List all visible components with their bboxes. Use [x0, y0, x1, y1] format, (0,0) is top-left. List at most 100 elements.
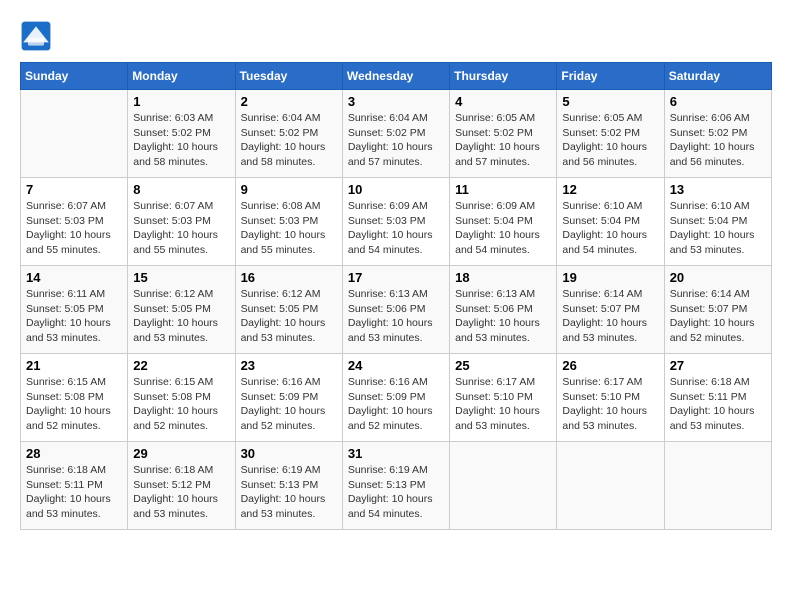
- calendar-cell: 30 Sunrise: 6:19 AM Sunset: 5:13 PM Dayl…: [235, 442, 342, 530]
- sunset-label: Sunset: 5:03 PM: [26, 215, 104, 227]
- daylight-label: Daylight: 10 hours and 52 minutes.: [26, 405, 111, 432]
- calendar-cell: 19 Sunrise: 6:14 AM Sunset: 5:07 PM Dayl…: [557, 266, 664, 354]
- sunrise-label: Sunrise: 6:14 AM: [670, 288, 750, 300]
- daylight-label: Daylight: 10 hours and 55 minutes.: [241, 229, 326, 256]
- day-number: 5: [562, 94, 658, 109]
- calendar-cell: 5 Sunrise: 6:05 AM Sunset: 5:02 PM Dayli…: [557, 90, 664, 178]
- calendar-cell: [450, 442, 557, 530]
- day-header-monday: Monday: [128, 63, 235, 90]
- sunrise-label: Sunrise: 6:12 AM: [133, 288, 213, 300]
- daylight-label: Daylight: 10 hours and 54 minutes.: [455, 229, 540, 256]
- day-number: 16: [241, 270, 337, 285]
- day-info: Sunrise: 6:07 AM Sunset: 5:03 PM Dayligh…: [26, 199, 122, 258]
- day-header-saturday: Saturday: [664, 63, 771, 90]
- sunrise-label: Sunrise: 6:16 AM: [241, 376, 321, 388]
- day-number: 10: [348, 182, 444, 197]
- sunrise-label: Sunrise: 6:18 AM: [133, 464, 213, 476]
- calendar-cell: 27 Sunrise: 6:18 AM Sunset: 5:11 PM Dayl…: [664, 354, 771, 442]
- day-number: 24: [348, 358, 444, 373]
- sunset-label: Sunset: 5:02 PM: [455, 127, 533, 139]
- sunset-label: Sunset: 5:08 PM: [133, 391, 211, 403]
- calendar-cell: 1 Sunrise: 6:03 AM Sunset: 5:02 PM Dayli…: [128, 90, 235, 178]
- day-number: 31: [348, 446, 444, 461]
- sunset-label: Sunset: 5:08 PM: [26, 391, 104, 403]
- day-info: Sunrise: 6:13 AM Sunset: 5:06 PM Dayligh…: [348, 287, 444, 346]
- sunrise-label: Sunrise: 6:17 AM: [562, 376, 642, 388]
- day-number: 15: [133, 270, 229, 285]
- sunset-label: Sunset: 5:11 PM: [26, 479, 103, 491]
- week-row-1: 1 Sunrise: 6:03 AM Sunset: 5:02 PM Dayli…: [21, 90, 772, 178]
- daylight-label: Daylight: 10 hours and 54 minutes.: [348, 229, 433, 256]
- day-info: Sunrise: 6:10 AM Sunset: 5:04 PM Dayligh…: [670, 199, 766, 258]
- day-number: 27: [670, 358, 766, 373]
- calendar-cell: 6 Sunrise: 6:06 AM Sunset: 5:02 PM Dayli…: [664, 90, 771, 178]
- daylight-label: Daylight: 10 hours and 56 minutes.: [562, 141, 647, 168]
- day-info: Sunrise: 6:03 AM Sunset: 5:02 PM Dayligh…: [133, 111, 229, 170]
- day-number: 11: [455, 182, 551, 197]
- calendar-cell: 20 Sunrise: 6:14 AM Sunset: 5:07 PM Dayl…: [664, 266, 771, 354]
- daylight-label: Daylight: 10 hours and 53 minutes.: [241, 493, 326, 520]
- day-number: 3: [348, 94, 444, 109]
- sunrise-label: Sunrise: 6:05 AM: [455, 112, 535, 124]
- week-row-4: 21 Sunrise: 6:15 AM Sunset: 5:08 PM Dayl…: [21, 354, 772, 442]
- daylight-label: Daylight: 10 hours and 54 minutes.: [562, 229, 647, 256]
- daylight-label: Daylight: 10 hours and 53 minutes.: [348, 317, 433, 344]
- sunset-label: Sunset: 5:02 PM: [670, 127, 748, 139]
- sunrise-label: Sunrise: 6:03 AM: [133, 112, 213, 124]
- calendar-cell: 26 Sunrise: 6:17 AM Sunset: 5:10 PM Dayl…: [557, 354, 664, 442]
- calendar-cell: 11 Sunrise: 6:09 AM Sunset: 5:04 PM Dayl…: [450, 178, 557, 266]
- day-info: Sunrise: 6:17 AM Sunset: 5:10 PM Dayligh…: [562, 375, 658, 434]
- day-number: 17: [348, 270, 444, 285]
- daylight-label: Daylight: 10 hours and 55 minutes.: [133, 229, 218, 256]
- calendar-cell: 31 Sunrise: 6:19 AM Sunset: 5:13 PM Dayl…: [342, 442, 449, 530]
- calendar-cell: [21, 90, 128, 178]
- daylight-label: Daylight: 10 hours and 53 minutes.: [133, 493, 218, 520]
- daylight-label: Daylight: 10 hours and 53 minutes.: [241, 317, 326, 344]
- sunset-label: Sunset: 5:12 PM: [133, 479, 211, 491]
- sunset-label: Sunset: 5:04 PM: [562, 215, 640, 227]
- day-number: 2: [241, 94, 337, 109]
- day-info: Sunrise: 6:10 AM Sunset: 5:04 PM Dayligh…: [562, 199, 658, 258]
- day-info: Sunrise: 6:14 AM Sunset: 5:07 PM Dayligh…: [562, 287, 658, 346]
- calendar-cell: 7 Sunrise: 6:07 AM Sunset: 5:03 PM Dayli…: [21, 178, 128, 266]
- daylight-label: Daylight: 10 hours and 52 minutes.: [241, 405, 326, 432]
- day-number: 25: [455, 358, 551, 373]
- sunset-label: Sunset: 5:10 PM: [562, 391, 640, 403]
- sunrise-label: Sunrise: 6:04 AM: [348, 112, 428, 124]
- week-row-2: 7 Sunrise: 6:07 AM Sunset: 5:03 PM Dayli…: [21, 178, 772, 266]
- sunrise-label: Sunrise: 6:08 AM: [241, 200, 321, 212]
- daylight-label: Daylight: 10 hours and 53 minutes.: [562, 317, 647, 344]
- sunset-label: Sunset: 5:03 PM: [348, 215, 426, 227]
- daylight-label: Daylight: 10 hours and 53 minutes.: [455, 317, 540, 344]
- day-number: 22: [133, 358, 229, 373]
- day-info: Sunrise: 6:04 AM Sunset: 5:02 PM Dayligh…: [348, 111, 444, 170]
- day-info: Sunrise: 6:04 AM Sunset: 5:02 PM Dayligh…: [241, 111, 337, 170]
- day-info: Sunrise: 6:05 AM Sunset: 5:02 PM Dayligh…: [562, 111, 658, 170]
- daylight-label: Daylight: 10 hours and 52 minutes.: [133, 405, 218, 432]
- sunrise-label: Sunrise: 6:12 AM: [241, 288, 321, 300]
- sunset-label: Sunset: 5:05 PM: [241, 303, 319, 315]
- sunset-label: Sunset: 5:05 PM: [26, 303, 104, 315]
- calendar-cell: 14 Sunrise: 6:11 AM Sunset: 5:05 PM Dayl…: [21, 266, 128, 354]
- sunrise-label: Sunrise: 6:09 AM: [455, 200, 535, 212]
- sunset-label: Sunset: 5:03 PM: [241, 215, 319, 227]
- sunrise-label: Sunrise: 6:14 AM: [562, 288, 642, 300]
- sunset-label: Sunset: 5:13 PM: [241, 479, 319, 491]
- day-number: 6: [670, 94, 766, 109]
- day-info: Sunrise: 6:12 AM Sunset: 5:05 PM Dayligh…: [133, 287, 229, 346]
- sunset-label: Sunset: 5:02 PM: [241, 127, 319, 139]
- sunset-label: Sunset: 5:09 PM: [241, 391, 319, 403]
- daylight-label: Daylight: 10 hours and 58 minutes.: [241, 141, 326, 168]
- sunrise-label: Sunrise: 6:13 AM: [455, 288, 535, 300]
- sunrise-label: Sunrise: 6:05 AM: [562, 112, 642, 124]
- day-header-wednesday: Wednesday: [342, 63, 449, 90]
- day-info: Sunrise: 6:16 AM Sunset: 5:09 PM Dayligh…: [348, 375, 444, 434]
- calendar-cell: 13 Sunrise: 6:10 AM Sunset: 5:04 PM Dayl…: [664, 178, 771, 266]
- day-number: 30: [241, 446, 337, 461]
- sunset-label: Sunset: 5:02 PM: [133, 127, 211, 139]
- daylight-label: Daylight: 10 hours and 53 minutes.: [26, 493, 111, 520]
- calendar-cell: 12 Sunrise: 6:10 AM Sunset: 5:04 PM Dayl…: [557, 178, 664, 266]
- sunrise-label: Sunrise: 6:17 AM: [455, 376, 535, 388]
- sunrise-label: Sunrise: 6:19 AM: [348, 464, 428, 476]
- sunrise-label: Sunrise: 6:18 AM: [26, 464, 106, 476]
